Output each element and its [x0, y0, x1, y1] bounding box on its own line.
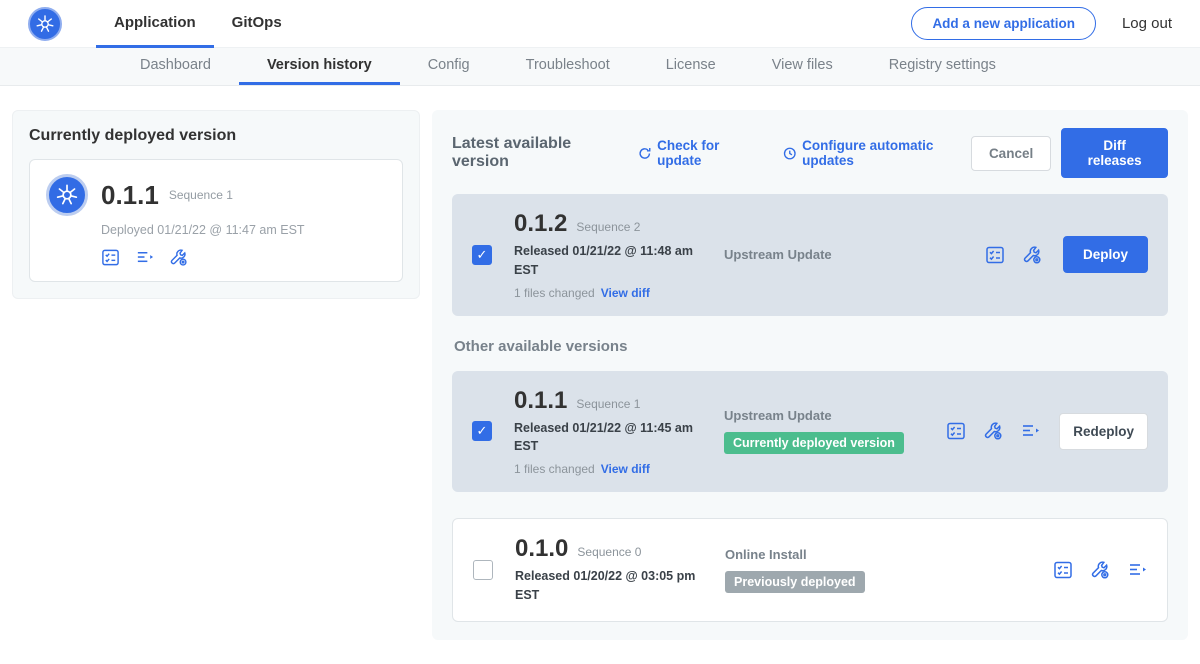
version-number: 0.1.2 — [514, 210, 567, 238]
diff-releases-button[interactable]: Diff releases — [1061, 128, 1168, 178]
version-row: 0.1.0 Sequence 0 Released 01/20/22 @ 03:… — [452, 518, 1168, 622]
released-timestamp: Released 01/21/22 @ 11:45 am EST — [514, 419, 696, 457]
add-application-button[interactable]: Add a new application — [911, 7, 1096, 40]
config-icon[interactable] — [983, 421, 1003, 441]
top-navbar: Application GitOps Add a new application… — [0, 0, 1200, 48]
deployed-version-number: 0.1.1 — [101, 180, 159, 211]
configure-automatic-updates-label: Configure automatic updates — [802, 138, 971, 168]
cancel-button[interactable]: Cancel — [971, 136, 1051, 171]
check-for-update-link[interactable]: Check for update — [638, 138, 757, 168]
release-notes-icon[interactable] — [985, 245, 1005, 265]
view-diff-link[interactable]: View diff — [601, 462, 650, 476]
deployed-version-card: 0.1.1 Sequence 1 Deployed 01/21/22 @ 11:… — [29, 159, 403, 282]
deploy-button[interactable]: Deploy — [1063, 236, 1148, 273]
files-changed-label: 1 files changed — [514, 462, 595, 476]
deploy-logs-icon[interactable] — [1127, 560, 1147, 580]
app-icon — [46, 174, 88, 216]
subnav-license[interactable]: License — [638, 48, 744, 85]
deploy-logs-icon[interactable] — [135, 248, 154, 267]
app-nav-tabs: Application GitOps — [96, 0, 300, 48]
tab-application[interactable]: Application — [96, 0, 214, 48]
version-source: Upstream Update — [710, 247, 975, 262]
source-label: Online Install — [725, 547, 1043, 562]
released-timestamp: Released 01/20/22 @ 03:05 pm EST — [515, 567, 697, 605]
sequence-label: Sequence 0 — [577, 545, 641, 559]
config-icon[interactable] — [169, 248, 188, 267]
version-number: 0.1.0 — [515, 535, 568, 563]
version-source: Upstream Update Currently deployed versi… — [710, 408, 936, 454]
main-content: Currently deployed version — [0, 86, 1200, 664]
currently-deployed-badge: Currently deployed version — [724, 432, 904, 454]
sequence-label: Sequence 1 — [576, 397, 640, 411]
release-notes-icon[interactable] — [101, 248, 120, 267]
check-for-update-label: Check for update — [657, 138, 756, 168]
other-versions-title: Other available versions — [454, 338, 1168, 355]
version-info: 0.1.2 Sequence 2 Released 01/21/22 @ 11:… — [514, 210, 710, 300]
deploy-logs-icon[interactable] — [1020, 421, 1040, 441]
version-row: 0.1.1 Sequence 1 Released 01/21/22 @ 11:… — [452, 371, 1168, 493]
deployed-sequence-label: Sequence 1 — [169, 188, 233, 202]
deployed-timestamp: Deployed 01/21/22 @ 11:47 am EST — [101, 223, 386, 237]
version-checkbox[interactable] — [472, 245, 492, 265]
refresh-icon — [638, 146, 652, 161]
available-header: Latest available version Check for updat… — [452, 128, 1168, 178]
source-label: Upstream Update — [724, 408, 936, 423]
redeploy-button[interactable]: Redeploy — [1059, 413, 1148, 450]
subnav-version-history[interactable]: Version history — [239, 48, 400, 85]
subnav-view-files[interactable]: View files — [744, 48, 861, 85]
released-timestamp: Released 01/21/22 @ 11:48 am EST — [514, 242, 696, 280]
helm-wheel-icon — [55, 183, 79, 207]
currently-deployed-title: Currently deployed version — [29, 127, 403, 145]
subnav-troubleshoot[interactable]: Troubleshoot — [498, 48, 638, 85]
clock-icon — [783, 146, 797, 161]
kubernetes-logo — [28, 7, 62, 41]
currently-deployed-card: Currently deployed version — [12, 110, 420, 299]
version-checkbox[interactable] — [473, 560, 493, 580]
topnav-right: Add a new application Log out — [911, 7, 1172, 40]
release-notes-icon[interactable] — [946, 421, 966, 441]
app-subnav: Dashboard Version history Config Trouble… — [0, 48, 1200, 86]
release-notes-icon[interactable] — [1053, 560, 1073, 580]
config-icon[interactable] — [1090, 560, 1110, 580]
subnav-dashboard[interactable]: Dashboard — [112, 48, 239, 85]
available-versions-panel: Latest available version Check for updat… — [432, 110, 1188, 640]
latest-available-title: Latest available version — [452, 135, 616, 171]
previously-deployed-badge: Previously deployed — [725, 571, 865, 593]
subnav-registry-settings[interactable]: Registry settings — [861, 48, 1024, 85]
tab-gitops[interactable]: GitOps — [214, 0, 300, 48]
version-source: Online Install Previously deployed — [711, 547, 1043, 593]
version-info: 0.1.1 Sequence 1 Released 01/21/22 @ 11:… — [514, 387, 710, 477]
view-diff-link[interactable]: View diff — [601, 286, 650, 300]
version-info: 0.1.0 Sequence 0 Released 01/20/22 @ 03:… — [515, 535, 711, 605]
version-number: 0.1.1 — [514, 387, 567, 415]
sequence-label: Sequence 2 — [576, 220, 640, 234]
source-label: Upstream Update — [724, 247, 975, 262]
config-icon[interactable] — [1022, 245, 1042, 265]
logout-link[interactable]: Log out — [1122, 15, 1172, 32]
version-row: 0.1.2 Sequence 2 Released 01/21/22 @ 11:… — [452, 194, 1168, 316]
files-changed-label: 1 files changed — [514, 286, 595, 300]
version-checkbox[interactable] — [472, 421, 492, 441]
helm-wheel-icon — [35, 14, 55, 34]
configure-automatic-updates-link[interactable]: Configure automatic updates — [783, 138, 971, 168]
subnav-config[interactable]: Config — [400, 48, 498, 85]
